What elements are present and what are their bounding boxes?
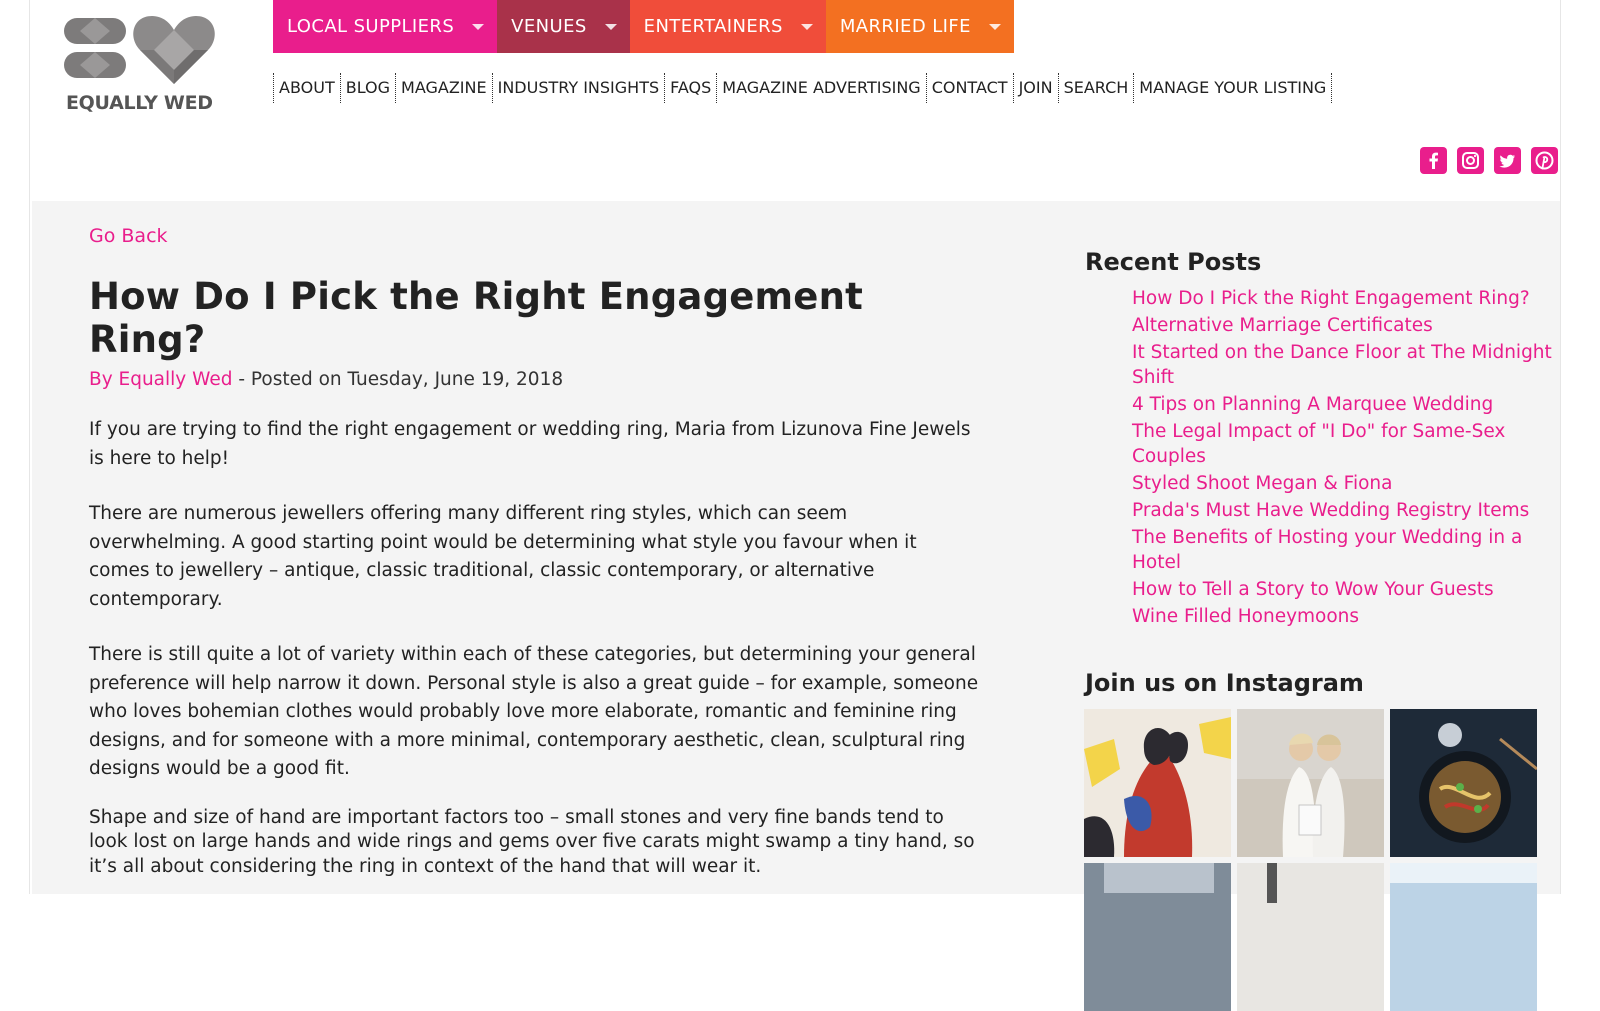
chevron-down-icon: [800, 23, 813, 30]
nav-venues[interactable]: VENUES: [497, 0, 630, 53]
subnav-faqs[interactable]: FAQS: [664, 73, 716, 103]
recent-post-link[interactable]: The Benefits of Hosting your Wedding in …: [1132, 525, 1555, 575]
instagram-photo[interactable]: [1390, 863, 1537, 1011]
article-title: How Do I Pick the Right Engagement Ring?: [89, 275, 864, 361]
instagram-photo[interactable]: [1237, 709, 1384, 857]
chevron-down-icon: [472, 23, 485, 30]
recent-post-link[interactable]: The Legal Impact of "I Do" for Same-Sex …: [1132, 419, 1555, 469]
nav-label: MARRIED LIFE: [839, 16, 971, 37]
logo-text: EQUALLY WED: [66, 92, 213, 114]
instagram-grid: [1084, 709, 1555, 1011]
recent-post-link[interactable]: Styled Shoot Megan & Fiona: [1132, 471, 1555, 496]
social-links: [1420, 147, 1558, 174]
main-nav: LOCAL SUPPLIERS VENUES ENTERTAINERS MARR…: [273, 0, 1014, 53]
secondary-nav: ABOUT BLOG MAGAZINE INDUSTRY INSIGHTS FA…: [273, 73, 1333, 103]
chevron-down-icon: [988, 23, 1001, 30]
nav-label: LOCAL SUPPLIERS: [287, 16, 455, 37]
instagram-icon[interactable]: [1457, 147, 1484, 174]
instagram-photo[interactable]: [1390, 709, 1537, 857]
logo-mark-icon: [64, 16, 215, 84]
sidebar: Recent Posts How Do I Pick the Right Eng…: [1084, 248, 1555, 1011]
article-paragraph: There is still quite a lot of variety wi…: [89, 644, 979, 779]
subnav-magazine-advertising[interactable]: MAGAZINE ADVERTISING: [716, 73, 925, 103]
nav-married-life[interactable]: MARRIED LIFE: [825, 0, 1014, 53]
instagram-photo[interactable]: [1237, 863, 1384, 1011]
recent-post-link[interactable]: It Started on the Dance Floor at The Mid…: [1132, 340, 1555, 390]
recent-post-link[interactable]: Alternative Marriage Certificates: [1132, 313, 1555, 338]
post-date: - Posted on Tuesday, June 19, 2018: [232, 369, 564, 390]
nav-local-suppliers[interactable]: LOCAL SUPPLIERS: [273, 0, 498, 53]
subnav-industry-insights[interactable]: INDUSTRY INSIGHTS: [491, 73, 665, 103]
recent-posts-heading: Recent Posts: [1085, 248, 1262, 276]
nav-label: VENUES: [511, 16, 587, 37]
author-link[interactable]: By Equally Wed: [89, 369, 232, 390]
instagram-photo[interactable]: [1084, 709, 1231, 857]
instagram-photo[interactable]: [1084, 863, 1231, 1011]
article-paragraph: There are numerous jewellers offering ma…: [89, 503, 917, 610]
twitter-icon[interactable]: [1494, 147, 1521, 174]
article-byline: By Equally Wed - Posted on Tuesday, June…: [89, 369, 979, 390]
article: Go Back How Do I Pick the Right Engageme…: [89, 225, 979, 879]
recent-post-link[interactable]: 4 Tips on Planning A Marquee Wedding: [1132, 392, 1555, 417]
article-paragraph: If you are trying to find the right enga…: [89, 419, 971, 469]
recent-post-link[interactable]: Wine Filled Honeymoons: [1132, 604, 1555, 629]
subnav-magazine[interactable]: MAGAZINE: [395, 73, 492, 103]
facebook-icon[interactable]: [1420, 147, 1447, 174]
subnav-join[interactable]: JOIN: [1012, 73, 1058, 103]
recent-post-link[interactable]: How Do I Pick the Right Engagement Ring?: [1132, 286, 1555, 311]
recent-posts-list: How Do I Pick the Right Engagement Ring?…: [1085, 286, 1555, 629]
subnav-search[interactable]: SEARCH: [1057, 73, 1134, 103]
nav-entertainers[interactable]: ENTERTAINERS: [629, 0, 826, 53]
site-logo[interactable]: EQUALLY WED: [62, 14, 222, 114]
recent-post-link[interactable]: How to Tell a Story to Wow Your Guests: [1132, 577, 1555, 602]
article-paragraph: Shape and size of hand are important fac…: [89, 806, 975, 877]
instagram-heading: Join us on Instagram: [1085, 669, 1364, 697]
go-back-link[interactable]: Go Back: [89, 225, 168, 247]
nav-label: ENTERTAINERS: [643, 16, 783, 37]
subnav-blog[interactable]: BLOG: [339, 73, 395, 103]
recent-post-link[interactable]: Prada's Must Have Wedding Registry Items: [1132, 498, 1555, 523]
chevron-down-icon: [604, 23, 617, 30]
subnav-about[interactable]: ABOUT: [273, 73, 340, 103]
pinterest-icon[interactable]: [1531, 147, 1558, 174]
subnav-manage-listing[interactable]: MANAGE YOUR LISTING: [1133, 73, 1333, 103]
subnav-contact[interactable]: CONTACT: [925, 73, 1013, 103]
